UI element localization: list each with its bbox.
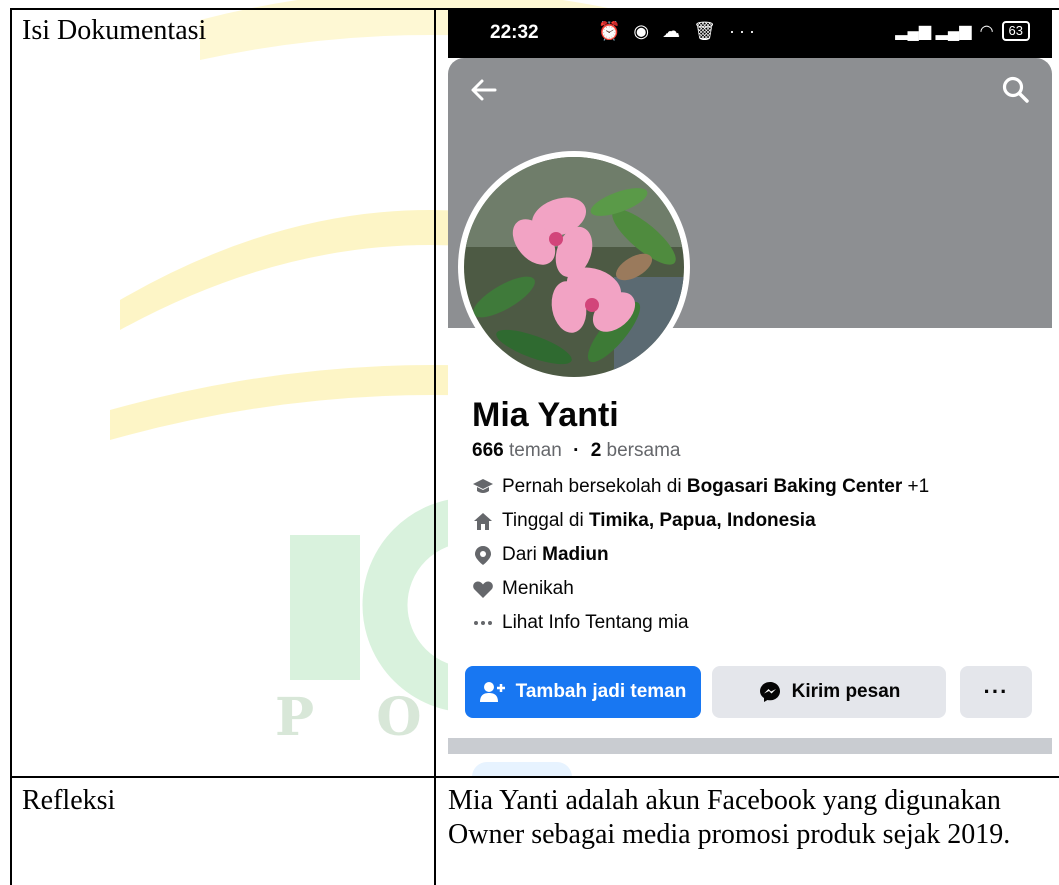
- status-bar: 22:32 ⏰ ◉ ☁ 🗑 ··· ▂▄▆ ▂▄▆ ◠ 63: [448, 10, 1052, 58]
- info-hometown: Dari Madiun: [472, 544, 609, 566]
- heart-icon: [472, 578, 494, 600]
- mutual-label: bersama: [606, 440, 681, 461]
- profile-name: Mia Yanti: [472, 396, 619, 434]
- flower-photo: [464, 157, 684, 377]
- back-button[interactable]: [460, 66, 508, 114]
- search-button[interactable]: [992, 66, 1040, 114]
- add-friend-button[interactable]: Tambah jadi teman: [465, 666, 701, 718]
- table-row-divider: [10, 776, 1059, 778]
- location-pin-icon: [472, 544, 494, 566]
- table-column-divider: [434, 8, 436, 885]
- status-time: 22:32: [490, 22, 539, 43]
- more-dots-icon: ···: [983, 679, 1009, 704]
- friends-count: 666: [472, 440, 504, 461]
- row-label-documentation: Isi Dokumentasi: [22, 15, 207, 46]
- send-message-button[interactable]: Kirim pesan: [712, 666, 946, 718]
- graduation-cap-icon: [472, 476, 494, 498]
- status-notification-icons: ⏰ ◉ ☁ 🗑 ···: [598, 21, 759, 41]
- info-residence: Tinggal di Timika, Papua, Indonesia: [472, 510, 816, 532]
- section-divider: [448, 738, 1052, 754]
- wifi-icon: ◠: [979, 23, 994, 40]
- facebook-profile-screenshot: 22:32 ⏰ ◉ ☁ 🗑 ··· ▂▄▆ ▂▄▆ ◠ 63 Mia Yanti…: [448, 10, 1052, 776]
- status-right: ▂▄▆ ▂▄▆ ◠ 63: [895, 21, 1030, 41]
- search-icon: [1002, 76, 1029, 103]
- messenger-icon: [759, 682, 780, 702]
- separator: ·: [573, 440, 580, 461]
- reflection-text: Mia Yanti adalah akun Facebook yang digu…: [448, 785, 1011, 850]
- friends-summary[interactable]: 666 teman · 2 bersama: [472, 440, 680, 462]
- mutual-count: 2: [590, 440, 602, 461]
- avatar[interactable]: [458, 151, 690, 383]
- table-border-left: [10, 8, 12, 885]
- row-label-reflection: Refleksi: [22, 785, 116, 816]
- more-dots-icon: [472, 612, 494, 634]
- info-education: Pernah bersekolah di Bogasari Baking Cen…: [472, 476, 929, 498]
- avatar-photo: [464, 157, 684, 377]
- home-icon: [472, 510, 494, 532]
- signal-icon: ▂▄▆ ▂▄▆: [895, 23, 972, 40]
- next-section-chip[interactable]: [472, 762, 572, 776]
- arrow-left-icon: [471, 79, 497, 101]
- see-about-info-link[interactable]: Lihat Info Tentang mia: [472, 612, 689, 634]
- friends-label: teman: [508, 440, 562, 461]
- battery-icon: 63: [1001, 21, 1030, 41]
- more-options-button[interactable]: ···: [960, 666, 1032, 718]
- add-friend-icon: [479, 682, 505, 702]
- info-relationship: Menikah: [472, 578, 574, 600]
